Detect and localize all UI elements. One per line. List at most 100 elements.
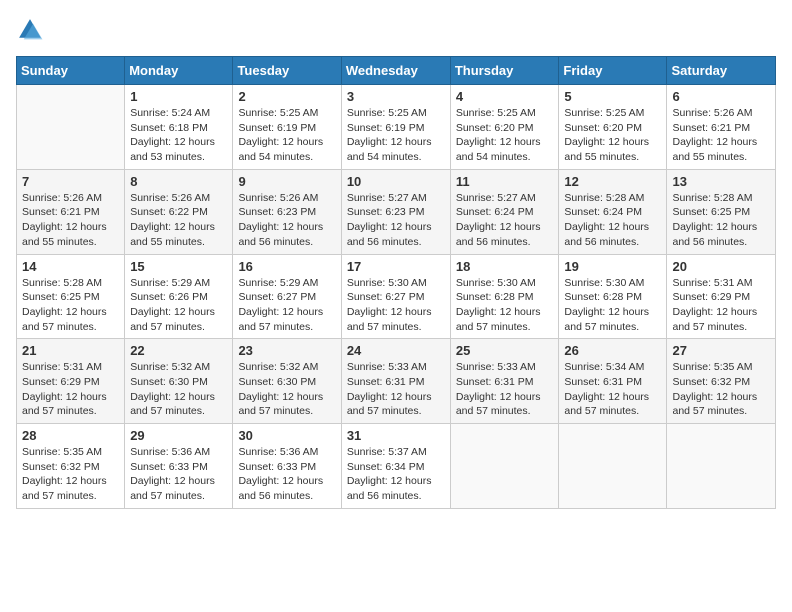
day-number: 31 xyxy=(347,428,445,443)
day-info: Sunrise: 5:35 AM Sunset: 6:32 PM Dayligh… xyxy=(672,360,770,419)
day-number: 13 xyxy=(672,174,770,189)
logo xyxy=(16,16,48,44)
calendar-cell: 13 Sunrise: 5:28 AM Sunset: 6:25 PM Dayli… xyxy=(667,169,776,254)
calendar-cell: 8 Sunrise: 5:26 AM Sunset: 6:22 PM Daylig… xyxy=(125,169,233,254)
day-number: 14 xyxy=(22,259,119,274)
day-info: Sunrise: 5:26 AM Sunset: 6:22 PM Dayligh… xyxy=(130,191,227,250)
day-info: Sunrise: 5:35 AM Sunset: 6:32 PM Dayligh… xyxy=(22,445,119,504)
day-number: 22 xyxy=(130,343,227,358)
day-number: 20 xyxy=(672,259,770,274)
day-info: Sunrise: 5:24 AM Sunset: 6:18 PM Dayligh… xyxy=(130,106,227,165)
calendar-cell: 20 Sunrise: 5:31 AM Sunset: 6:29 PM Dayli… xyxy=(667,254,776,339)
day-number: 9 xyxy=(238,174,335,189)
calendar-cell: 4 Sunrise: 5:25 AM Sunset: 6:20 PM Daylig… xyxy=(450,85,559,170)
day-info: Sunrise: 5:33 AM Sunset: 6:31 PM Dayligh… xyxy=(456,360,554,419)
weekday-header: Wednesday xyxy=(341,57,450,85)
day-number: 30 xyxy=(238,428,335,443)
day-number: 26 xyxy=(564,343,661,358)
calendar-cell: 28 Sunrise: 5:35 AM Sunset: 6:32 PM Dayli… xyxy=(17,424,125,509)
day-info: Sunrise: 5:33 AM Sunset: 6:31 PM Dayligh… xyxy=(347,360,445,419)
calendar-cell: 21 Sunrise: 5:31 AM Sunset: 6:29 PM Dayli… xyxy=(17,339,125,424)
day-info: Sunrise: 5:36 AM Sunset: 6:33 PM Dayligh… xyxy=(238,445,335,504)
weekday-header: Tuesday xyxy=(233,57,341,85)
day-number: 8 xyxy=(130,174,227,189)
day-info: Sunrise: 5:32 AM Sunset: 6:30 PM Dayligh… xyxy=(130,360,227,419)
day-number: 7 xyxy=(22,174,119,189)
calendar-cell: 27 Sunrise: 5:35 AM Sunset: 6:32 PM Dayli… xyxy=(667,339,776,424)
calendar-cell: 17Sunrise: 5:30 AM Sunset: 6:27 PM Dayli… xyxy=(341,254,450,339)
day-number: 16 xyxy=(238,259,335,274)
calendar-cell: 9 Sunrise: 5:26 AM Sunset: 6:23 PM Daylig… xyxy=(233,169,341,254)
calendar-cell: 10Sunrise: 5:27 AM Sunset: 6:23 PM Dayli… xyxy=(341,169,450,254)
calendar-week-row: 14 Sunrise: 5:28 AM Sunset: 6:25 PM Dayli… xyxy=(17,254,776,339)
calendar-cell: 6 Sunrise: 5:26 AM Sunset: 6:21 PM Daylig… xyxy=(667,85,776,170)
weekday-header-row: SundayMondayTuesdayWednesdayThursdayFrid… xyxy=(17,57,776,85)
day-info: Sunrise: 5:26 AM Sunset: 6:21 PM Dayligh… xyxy=(672,106,770,165)
calendar-cell: 2Sunrise: 5:25 AM Sunset: 6:19 PM Daylig… xyxy=(233,85,341,170)
calendar-cell: 16 Sunrise: 5:29 AM Sunset: 6:27 PM Dayli… xyxy=(233,254,341,339)
calendar-cell: 14 Sunrise: 5:28 AM Sunset: 6:25 PM Dayli… xyxy=(17,254,125,339)
calendar-cell xyxy=(450,424,559,509)
calendar-cell xyxy=(667,424,776,509)
day-number: 25 xyxy=(456,343,554,358)
day-info: Sunrise: 5:27 AM Sunset: 6:23 PM Dayligh… xyxy=(347,191,445,250)
calendar-cell: 11Sunrise: 5:27 AM Sunset: 6:24 PM Dayli… xyxy=(450,169,559,254)
calendar-cell: 25 Sunrise: 5:33 AM Sunset: 6:31 PM Dayli… xyxy=(450,339,559,424)
day-number: 17 xyxy=(347,259,445,274)
weekday-header: Saturday xyxy=(667,57,776,85)
day-info: Sunrise: 5:28 AM Sunset: 6:25 PM Dayligh… xyxy=(22,276,119,335)
day-info: Sunrise: 5:30 AM Sunset: 6:28 PM Dayligh… xyxy=(456,276,554,335)
weekday-header: Monday xyxy=(125,57,233,85)
calendar-week-row: 21 Sunrise: 5:31 AM Sunset: 6:29 PM Dayli… xyxy=(17,339,776,424)
day-info: Sunrise: 5:27 AM Sunset: 6:24 PM Dayligh… xyxy=(456,191,554,250)
calendar-cell: 12 Sunrise: 5:28 AM Sunset: 6:24 PM Dayli… xyxy=(559,169,667,254)
day-info: Sunrise: 5:28 AM Sunset: 6:25 PM Dayligh… xyxy=(672,191,770,250)
day-info: Sunrise: 5:26 AM Sunset: 6:23 PM Dayligh… xyxy=(238,191,335,250)
day-number: 2 xyxy=(238,89,335,104)
calendar-cell: 23 Sunrise: 5:32 AM Sunset: 6:30 PM Dayli… xyxy=(233,339,341,424)
weekday-header: Friday xyxy=(559,57,667,85)
day-number: 6 xyxy=(672,89,770,104)
day-number: 23 xyxy=(238,343,335,358)
day-number: 1 xyxy=(130,89,227,104)
weekday-header: Thursday xyxy=(450,57,559,85)
day-info: Sunrise: 5:29 AM Sunset: 6:27 PM Dayligh… xyxy=(238,276,335,335)
day-info: Sunrise: 5:31 AM Sunset: 6:29 PM Dayligh… xyxy=(672,276,770,335)
calendar-cell: 18 Sunrise: 5:30 AM Sunset: 6:28 PM Dayli… xyxy=(450,254,559,339)
day-number: 28 xyxy=(22,428,119,443)
day-info: Sunrise: 5:26 AM Sunset: 6:21 PM Dayligh… xyxy=(22,191,119,250)
day-info: Sunrise: 5:31 AM Sunset: 6:29 PM Dayligh… xyxy=(22,360,119,419)
calendar-cell xyxy=(17,85,125,170)
day-info: Sunrise: 5:34 AM Sunset: 6:31 PM Dayligh… xyxy=(564,360,661,419)
calendar-cell: 5Sunrise: 5:25 AM Sunset: 6:20 PM Daylig… xyxy=(559,85,667,170)
logo-icon xyxy=(16,16,44,44)
day-number: 4 xyxy=(456,89,554,104)
calendar-cell: 1 Sunrise: 5:24 AM Sunset: 6:18 PM Daylig… xyxy=(125,85,233,170)
calendar-week-row: 7 Sunrise: 5:26 AM Sunset: 6:21 PM Daylig… xyxy=(17,169,776,254)
calendar-cell: 3 Sunrise: 5:25 AM Sunset: 6:19 PM Daylig… xyxy=(341,85,450,170)
calendar-cell: 26 Sunrise: 5:34 AM Sunset: 6:31 PM Dayli… xyxy=(559,339,667,424)
calendar-cell: 22 Sunrise: 5:32 AM Sunset: 6:30 PM Dayli… xyxy=(125,339,233,424)
calendar-cell: 15Sunrise: 5:29 AM Sunset: 6:26 PM Dayli… xyxy=(125,254,233,339)
day-info: Sunrise: 5:36 AM Sunset: 6:33 PM Dayligh… xyxy=(130,445,227,504)
day-info: Sunrise: 5:28 AM Sunset: 6:24 PM Dayligh… xyxy=(564,191,661,250)
calendar-cell: 29 Sunrise: 5:36 AM Sunset: 6:33 PM Dayli… xyxy=(125,424,233,509)
day-info: Sunrise: 5:32 AM Sunset: 6:30 PM Dayligh… xyxy=(238,360,335,419)
day-number: 5 xyxy=(564,89,661,104)
calendar-cell: 24Sunrise: 5:33 AM Sunset: 6:31 PM Dayli… xyxy=(341,339,450,424)
day-number: 3 xyxy=(347,89,445,104)
day-info: Sunrise: 5:25 AM Sunset: 6:20 PM Dayligh… xyxy=(456,106,554,165)
day-number: 29 xyxy=(130,428,227,443)
day-info: Sunrise: 5:37 AM Sunset: 6:34 PM Dayligh… xyxy=(347,445,445,504)
day-number: 27 xyxy=(672,343,770,358)
day-number: 12 xyxy=(564,174,661,189)
day-number: 19 xyxy=(564,259,661,274)
day-info: Sunrise: 5:25 AM Sunset: 6:19 PM Dayligh… xyxy=(347,106,445,165)
calendar-cell: 7 Sunrise: 5:26 AM Sunset: 6:21 PM Daylig… xyxy=(17,169,125,254)
day-number: 21 xyxy=(22,343,119,358)
calendar-week-row: 1 Sunrise: 5:24 AM Sunset: 6:18 PM Daylig… xyxy=(17,85,776,170)
day-info: Sunrise: 5:30 AM Sunset: 6:28 PM Dayligh… xyxy=(564,276,661,335)
page-header xyxy=(16,16,776,44)
weekday-header: Sunday xyxy=(17,57,125,85)
day-number: 18 xyxy=(456,259,554,274)
